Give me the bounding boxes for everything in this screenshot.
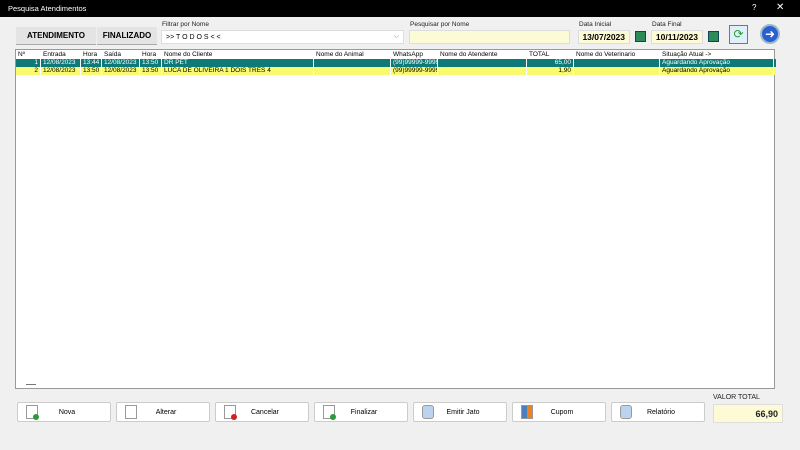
column-header[interactable]: Saída — [102, 51, 140, 59]
table-cell — [574, 67, 660, 75]
button-label: Cancelar — [250, 408, 279, 416]
table-cell: Aguardando Aprovação — [660, 59, 774, 67]
table-cell: 65,00 — [527, 59, 574, 67]
button-relat-rio[interactable]: Relatório — [611, 402, 705, 422]
table-cell — [438, 59, 527, 67]
table-cell — [438, 67, 527, 75]
end-date-field[interactable]: 10/11/2023 — [651, 30, 703, 44]
search-label: Pesquisar por Nome — [410, 21, 470, 28]
finalize-check-icon — [323, 405, 336, 420]
column-header[interactable]: Nome do Veterinario — [574, 51, 660, 59]
button-label: Finalizar — [350, 408, 378, 416]
button-label: Alterar — [155, 408, 177, 416]
filter-select[interactable]: >> T O D O S < < ⌵ — [161, 30, 404, 44]
table-row[interactable]: 1 12/08/2023 13:44 12/08/2023 13:50 DR PET (99… — [16, 59, 776, 67]
window-title: Pesquisa Atendimentos — [8, 4, 87, 13]
table-cell: 1 — [16, 59, 41, 67]
table-cell: 13:50 — [81, 67, 102, 75]
column-header[interactable]: Hora — [81, 51, 102, 59]
new-document-icon — [26, 405, 39, 420]
table-cell: 12/08/2023 — [102, 59, 140, 67]
table-cell: 1,90 — [527, 67, 574, 75]
column-header[interactable]: TOTAL — [527, 51, 574, 59]
table-cell: DR PET — [162, 59, 314, 67]
cancel-icon — [224, 405, 237, 420]
scrollbar[interactable] — [26, 384, 36, 385]
table-cell: Aguardando Aprovação — [660, 67, 774, 75]
table-header: Nº Entrada Hora Saída Hora Nome do Cliente Nom… — [16, 51, 776, 59]
arrow-right-icon[interactable]: ➜ — [760, 24, 780, 44]
button-label: Cupom — [550, 408, 574, 416]
table-cell: 12/08/2023 — [41, 59, 81, 67]
button-label: Relatório — [646, 408, 675, 416]
column-header[interactable]: Hora — [140, 51, 162, 59]
start-date-label: Data Inicial — [579, 21, 612, 28]
search-input[interactable] — [409, 30, 570, 44]
table-cell — [574, 59, 660, 67]
button-nova[interactable]: Nova — [17, 402, 111, 422]
table-cell — [314, 67, 391, 75]
column-header[interactable]: Nome do Cliente — [162, 51, 314, 59]
table-cell: 12/08/2023 — [41, 67, 81, 75]
coupon-icon — [521, 405, 533, 419]
total-value: 66,90 — [713, 404, 783, 423]
table-cell: 13:44 — [81, 59, 102, 67]
table-cell — [314, 59, 391, 67]
title-bar: Pesquisa Atendimentos ? ✕ — [0, 0, 800, 17]
close-button[interactable]: ✕ — [776, 2, 784, 13]
button-emitir-jato[interactable]: Emitir Jato — [413, 402, 507, 422]
table-cell: LUCA DE OLIVEIRA 1 DOIS TRES 4 — [162, 67, 314, 75]
column-header[interactable]: WhatsApp — [391, 51, 438, 59]
table-cell: (99)99999-9999 — [393, 67, 438, 75]
button-finalizar[interactable]: Finalizar — [314, 402, 408, 422]
calendar-icon[interactable] — [635, 31, 646, 42]
column-header[interactable]: Situação Atual -> — [660, 51, 774, 59]
table-cell: 13:50 — [140, 67, 162, 75]
button-label: Nova — [58, 408, 76, 416]
button-label: Emitir Jato — [446, 408, 480, 416]
column-header[interactable]: Nome do Animal — [314, 51, 391, 59]
button-cupom[interactable]: Cupom — [512, 402, 606, 422]
column-header[interactable]: Entrada — [41, 51, 81, 59]
chevron-down-icon: ⌵ — [393, 33, 399, 40]
edit-pencil-icon — [125, 405, 137, 419]
tab-finalizado[interactable]: FINALIZADO — [97, 27, 157, 45]
help-button[interactable]: ? — [752, 3, 756, 12]
end-date-label: Data Final — [652, 21, 682, 28]
results-table: Nº Entrada Hora Saída Hora Nome do Cliente Nom… — [15, 49, 776, 389]
button-alterar[interactable]: Alterar — [116, 402, 210, 422]
printer-icon — [422, 405, 434, 419]
total-label: VALOR TOTAL — [713, 394, 760, 401]
filter-label: Filtrar por Nome — [162, 21, 209, 28]
table-cell: 12/08/2023 — [102, 67, 140, 75]
calendar-icon[interactable] — [708, 31, 719, 42]
refresh-icon[interactable]: ⟳ — [729, 25, 748, 44]
table-cell: 13:50 — [140, 59, 162, 67]
filter-value: >> T O D O S < < — [166, 33, 221, 41]
button-cancelar[interactable]: Cancelar — [215, 402, 309, 422]
table-cell: (99)99999-9999 — [393, 59, 438, 67]
column-header[interactable]: Nome do Atendente — [438, 51, 527, 59]
start-date-field[interactable]: 13/07/2023 — [578, 30, 630, 44]
table-cell: 2 — [16, 67, 41, 75]
column-header[interactable]: Nº — [16, 51, 41, 59]
table-row[interactable]: 2 12/08/2023 13:50 12/08/2023 13:50 LUCA DE O… — [16, 67, 776, 75]
tab-atendimento[interactable]: ATENDIMENTO — [16, 27, 96, 45]
report-printer-icon — [620, 405, 632, 419]
